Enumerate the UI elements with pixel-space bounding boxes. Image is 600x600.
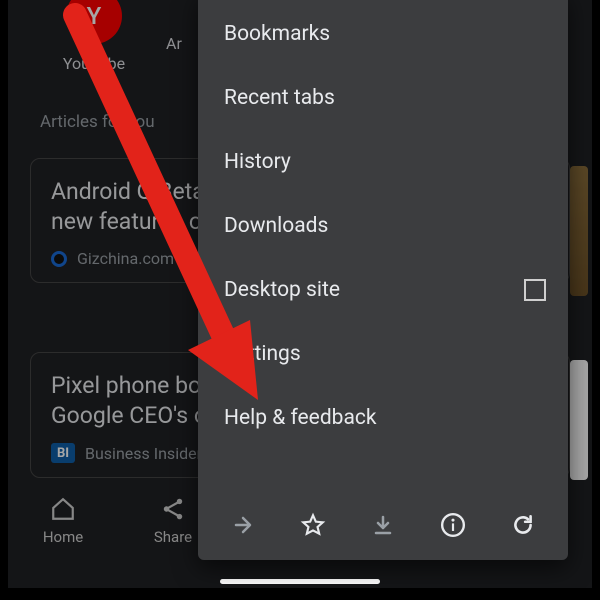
info-icon (440, 512, 466, 538)
menu-help-feedback[interactable]: Help & feedback (198, 386, 568, 450)
reload-button[interactable] (503, 505, 543, 545)
download-button[interactable] (363, 505, 403, 545)
source-icon (51, 251, 67, 267)
menu-history[interactable]: History (198, 130, 568, 194)
articles-header: Articles for you (40, 112, 155, 132)
forward-button[interactable] (223, 505, 263, 545)
menu-downloads[interactable]: Downloads (198, 194, 568, 258)
star-icon (300, 512, 326, 538)
bookmark-button[interactable] (293, 505, 333, 545)
reload-icon (510, 512, 536, 538)
menu-desktop-site[interactable]: Desktop site (198, 258, 568, 322)
menu-recent-tabs[interactable]: Recent tabs (198, 66, 568, 130)
menu-settings[interactable]: Settings (198, 322, 568, 386)
menu-bookmarks[interactable]: Bookmarks (198, 2, 568, 66)
youtube-icon: Y (66, 0, 122, 44)
shortcut-youtube[interactable]: Y YouTube (24, 0, 164, 73)
overflow-menu: Bookmarks Recent tabs History Downloads … (198, 0, 568, 560)
menu-footer (198, 496, 568, 560)
nav-home[interactable]: Home (8, 496, 118, 568)
article-thumbnail (570, 360, 588, 480)
shortcut-label: YouTube (24, 54, 164, 73)
info-button[interactable] (433, 505, 473, 545)
home-icon (50, 496, 76, 522)
source-icon: BI (51, 443, 75, 463)
share-icon (160, 496, 186, 522)
article-thumbnail (570, 166, 588, 296)
download-icon (371, 513, 395, 537)
arrow-forward-icon (231, 513, 255, 537)
home-indicator[interactable] (220, 579, 380, 584)
checkbox-icon[interactable] (524, 279, 546, 301)
